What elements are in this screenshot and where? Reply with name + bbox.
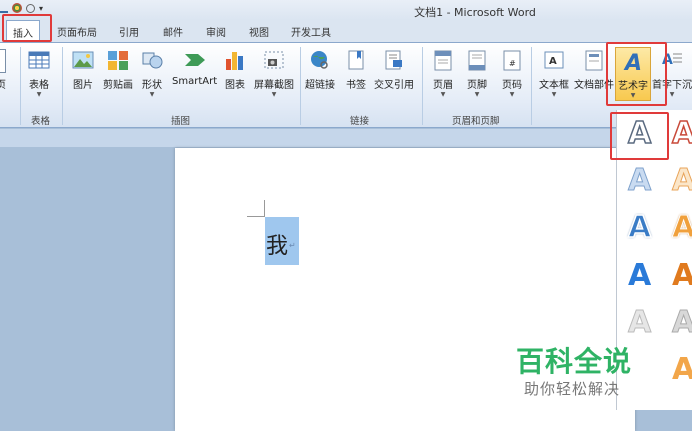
chart-icon [224,49,246,73]
dropdown-arrow-icon: ▼ [440,91,446,98]
wordart-style-2[interactable]: A [671,117,692,151]
hyperlink-button[interactable]: 超链接 [305,49,335,91]
tab-view[interactable]: 视图 [249,24,269,39]
svg-text:#: # [509,59,516,68]
smartart-button[interactable]: SmartArt [172,49,217,87]
bookmark-button[interactable]: 书签 [345,49,367,91]
smartart-icon [184,49,206,73]
page-icon [0,49,6,73]
footer-button[interactable]: 页脚 ▼ [466,49,488,98]
group-illustrations-label: 插图 [171,116,191,127]
table-icon [28,49,50,73]
separator [531,47,532,125]
highlight-wordart-button [606,42,667,106]
group-links-label: 链接 [350,116,370,127]
tab-review[interactable]: 审阅 [206,24,226,39]
wordart-style-4[interactable]: A [671,164,692,197]
header-button[interactable]: 页眉 ▼ [432,49,454,98]
separator [20,47,21,125]
crop-mark [247,216,265,217]
table-button[interactable]: 表格 ▼ [28,49,50,98]
wordart-style-3[interactable]: A [627,164,651,197]
textbox-icon: A [543,49,565,73]
quick-parts-icon [583,49,605,73]
cross-reference-button[interactable]: 交叉引用 [374,49,414,91]
textbox-button[interactable]: A 文本框 ▼ [539,49,569,98]
header-icon [432,49,454,73]
dropdown-arrow-icon: ▼ [149,91,155,98]
tab-developer[interactable]: 开发工具 [291,24,331,39]
bookmark-icon [345,49,367,73]
shapes-icon [141,49,163,73]
screenshot-button[interactable]: 屏幕截图 ▼ [254,49,294,98]
footer-icon [466,49,488,73]
wordart-style-11[interactable]: A [672,354,692,386]
shapes-button[interactable]: 形状 ▼ [141,49,163,98]
group-tables-label: 表格 [31,116,51,127]
pages-button[interactable]: 页 [0,49,6,91]
wordart-style-7[interactable]: A [628,260,651,292]
dropdown-arrow-icon: ▼ [509,91,515,98]
chart-button[interactable]: 图表 [224,49,246,91]
svg-text:A: A [549,56,557,67]
ruler [0,129,692,147]
paragraph-mark: ↵ [289,241,296,250]
cross-reference-icon [383,49,405,73]
dropdown-arrow-icon: ▼ [36,91,42,98]
wordart-style-8[interactable]: A [672,260,692,292]
clipart-button[interactable]: 剪贴画 [103,49,133,91]
highlight-insert-tab [2,14,52,42]
selected-text[interactable]: 我 [266,228,288,260]
watermark-subtitle: 助你轻松解决 [524,380,621,398]
dropdown-arrow-icon: ▼ [271,91,277,98]
page-number-icon: # [501,49,523,73]
window-title: 文档1 - Microsoft Word [414,6,536,19]
clipart-icon [107,49,129,73]
separator [422,47,423,125]
tab-page-layout[interactable]: 页面布局 [57,24,97,39]
picture-icon [72,49,94,73]
wordart-style-9[interactable]: A [627,306,651,339]
wordart-style-6[interactable]: A [671,211,692,244]
group-header-footer-label: 页眉和页脚 [452,116,500,127]
picture-button[interactable]: 图片 [72,49,94,91]
globe-link-icon [309,49,331,73]
dropdown-arrow-icon: ▼ [474,91,480,98]
separator [300,47,301,125]
dropdown-arrow-icon: ▼ [551,91,557,98]
screenshot-icon [263,49,285,73]
title-bar: ▾ 文档1 - Microsoft Word [0,0,692,20]
ribbon-tabs: 插入 页面布局 引用 邮件 审阅 视图 开发工具 [0,20,692,42]
tab-references[interactable]: 引用 [119,24,139,39]
tab-mailings[interactable]: 邮件 [163,24,183,39]
ribbon: 页 表格 ▼ 表格 图片 剪贴画 形状 ▼ SmartArt 图表 屏幕截图 ▼… [0,42,692,128]
separator [62,47,63,125]
highlight-wordart-style [610,112,669,160]
watermark-title: 百科全说 [516,345,633,378]
page-number-button[interactable]: # 页码 ▼ [501,49,523,98]
wordart-style-10[interactable]: A [671,306,692,339]
wordart-style-5[interactable]: A [627,211,652,245]
crop-mark [264,200,265,217]
